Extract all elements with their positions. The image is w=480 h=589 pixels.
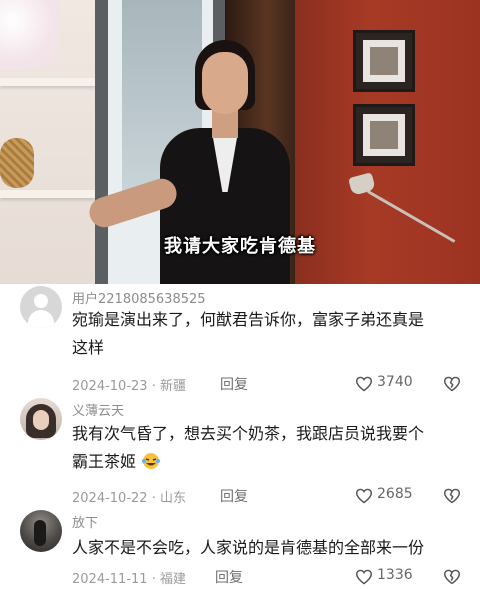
comment-username[interactable]: 放下 <box>72 512 98 531</box>
picture-frame-top <box>353 30 415 92</box>
comment-text-line: 宛瑜是演出来了，何猷君告诉你，富家子弟还真是 <box>72 310 425 329</box>
like-count: 2685 <box>377 486 413 502</box>
comment-text-line: 我有次气昏了，想去买个奶茶，我跟店员说我要个 <box>72 424 425 443</box>
comment-text: 我有次气昏了，想去买个奶茶，我跟店员说我要个 霸王茶姬 <box>72 420 472 476</box>
comment-username[interactable]: 义薄云天 <box>72 400 124 419</box>
default-user-avatar[interactable] <box>20 286 62 328</box>
comment-item: 放下 人家不是不会吃，人家说的是肯德基的全部来一份 2024-11-11 · 福… <box>0 508 480 589</box>
crying-laughing-emoji <box>142 453 161 469</box>
comment-date: 2024-10-23 <box>72 379 148 394</box>
reply-button[interactable]: 回复 <box>220 486 248 506</box>
comment-meta: 2024-11-11 · 福建 <box>72 572 186 587</box>
comment-item: 义薄云天 我有次气昏了，想去买个奶茶，我跟店员说我要个 霸王茶姬 2024-10… <box>0 396 480 508</box>
picture-frame-bottom <box>353 104 415 166</box>
reply-button[interactable]: 回复 <box>220 374 248 394</box>
comment-text-line: 霸王茶姬 <box>72 448 472 476</box>
comment-meta: 2024-10-22 · 山东 <box>72 491 186 506</box>
broken-heart-icon[interactable] <box>443 376 461 392</box>
comment-date: 2024-10-22 <box>72 491 148 506</box>
heart-outline-icon[interactable] <box>355 376 373 392</box>
comment-text: 人家不是不会吃，人家说的是肯德基的全部来一份 <box>72 534 472 562</box>
comment-username[interactable]: 用户2218085638525 <box>72 288 206 307</box>
comment-text: 宛瑜是演出来了，何猷君告诉你，富家子弟还真是 这样 <box>72 306 472 362</box>
comment-text-line: 这样 <box>72 338 105 357</box>
ceiling-light <box>0 0 60 70</box>
comment-text-line: 人家不是不会吃，人家说的是肯德基的全部来一份 <box>72 538 425 557</box>
reply-button[interactable]: 回复 <box>215 567 243 587</box>
comment-item: 用户2218085638525 宛瑜是演出来了，何猷君告诉你，富家子弟还真是 这… <box>0 284 480 396</box>
girl-avatar[interactable] <box>20 398 62 440</box>
comment-date: 2024-11-11 <box>72 572 148 587</box>
video-subtitle: 我请大家吃肯德基 <box>164 236 316 257</box>
like-count: 1336 <box>377 567 413 583</box>
wall-shelf-lower <box>0 190 95 198</box>
comment-location: 新疆 <box>159 379 186 394</box>
broken-heart-icon[interactable] <box>443 488 461 504</box>
video-frame[interactable]: 我请大家吃肯德基 <box>0 0 480 284</box>
heart-outline-icon[interactable] <box>355 488 373 504</box>
like-count: 3740 <box>377 374 413 390</box>
broken-heart-icon[interactable] <box>443 569 461 585</box>
wicker-basket <box>0 138 34 188</box>
heart-outline-icon[interactable] <box>355 569 373 585</box>
dark-photo-avatar[interactable] <box>20 510 62 552</box>
wall-shelf-upper <box>0 78 95 86</box>
comment-text-fragment: 霸王茶姬 <box>72 452 137 471</box>
comment-location: 山东 <box>159 491 186 506</box>
comment-location: 福建 <box>159 572 186 587</box>
comment-meta: 2024-10-23 · 新疆 <box>72 379 186 394</box>
